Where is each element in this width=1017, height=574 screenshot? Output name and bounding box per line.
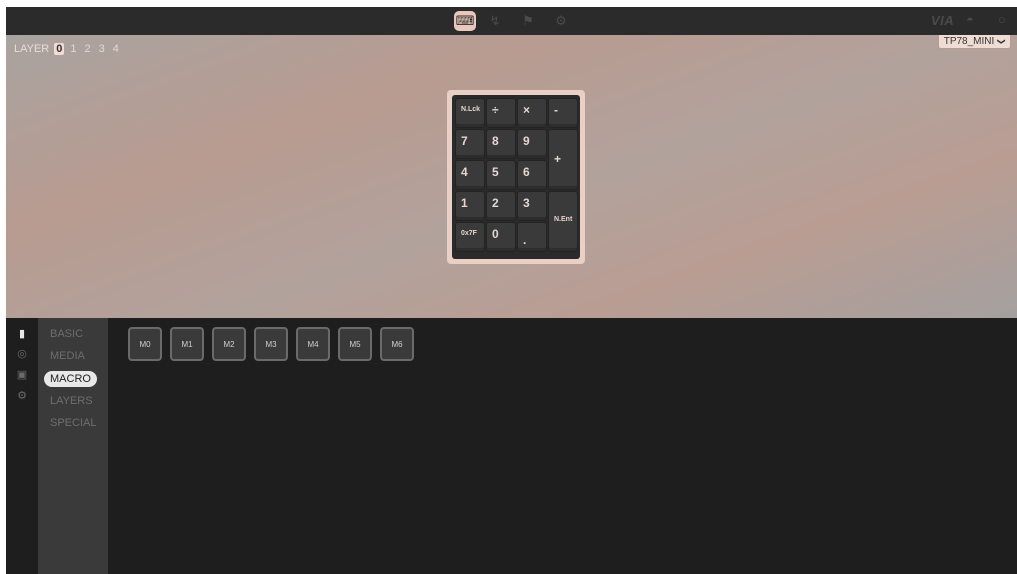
layer-3-button[interactable]: 3 bbox=[97, 43, 107, 55]
key-minus[interactable]: - bbox=[548, 98, 578, 128]
category-macro[interactable]: MACRO bbox=[44, 371, 97, 387]
category-basic[interactable]: BASIC bbox=[44, 326, 89, 342]
key-decimal[interactable]: . bbox=[517, 222, 547, 252]
key-7[interactable]: 7 bbox=[455, 129, 485, 159]
github-icon[interactable]: ○ bbox=[998, 12, 1006, 27]
key-0x7f[interactable]: 0x7F bbox=[455, 222, 485, 252]
macro-m0-button[interactable]: M0 bbox=[128, 327, 162, 361]
key-0[interactable]: 0 bbox=[486, 222, 516, 252]
discord-icon[interactable]: ◓ bbox=[966, 12, 974, 27]
category-media[interactable]: MEDIA bbox=[44, 348, 91, 364]
via-logo[interactable]: VIA bbox=[931, 13, 954, 28]
settings-icon[interactable]: ⚙ bbox=[550, 11, 572, 31]
macro-keycode-grid: M0 M1 M2 M3 M4 M5 M6 bbox=[128, 327, 414, 361]
config-icon-rail: ▮ ◎ ▣ ⚙ bbox=[6, 318, 38, 574]
keycode-config-pane: ▮ ◎ ▣ ⚙ BASIC MEDIA MACRO LAYERS SPECIAL… bbox=[6, 318, 1017, 574]
key-5[interactable]: 5 bbox=[486, 160, 516, 190]
keyboard-display-area: LAYER 0 1 2 3 4 TP78_MINI ❯ N.Lck ÷ × - … bbox=[6, 35, 1017, 318]
layer-label: LAYER bbox=[14, 43, 50, 55]
key-9[interactable]: 9 bbox=[517, 129, 547, 159]
layer-0-button[interactable]: 0 bbox=[54, 43, 65, 55]
book-icon[interactable]: ▮ bbox=[16, 328, 28, 340]
keyboard-case: N.Lck ÷ × - 7 8 9 + 4 5 6 1 2 3 N.Ent 0x… bbox=[447, 90, 585, 264]
layer-1-button[interactable]: 1 bbox=[68, 43, 78, 55]
top-nav-bar: ⌨ ↯ ⚑ ⚙ VIA ◓ ○ bbox=[6, 7, 1017, 35]
keyboard-icon[interactable]: ⌨ bbox=[454, 11, 476, 31]
layer-2-button[interactable]: 2 bbox=[83, 43, 93, 55]
macro-m6-button[interactable]: M6 bbox=[380, 327, 414, 361]
device-selector[interactable]: TP78_MINI ❯ bbox=[937, 35, 1011, 49]
via-app-window: ⌨ ↯ ⚑ ⚙ VIA ◓ ○ LAYER 0 1 2 3 4 TP78_MIN… bbox=[6, 7, 1017, 574]
macro-m2-button[interactable]: M2 bbox=[212, 327, 246, 361]
macro-m5-button[interactable]: M5 bbox=[338, 327, 372, 361]
layer-selector: LAYER 0 1 2 3 4 bbox=[14, 43, 121, 55]
key-4[interactable]: 4 bbox=[455, 160, 485, 190]
lighting-icon[interactable]: ◎ bbox=[16, 348, 28, 360]
test-icon[interactable]: ↯ bbox=[484, 11, 506, 31]
key-numlock[interactable]: N.Lck bbox=[455, 98, 485, 128]
key-multiply[interactable]: × bbox=[517, 98, 547, 128]
key-8[interactable]: 8 bbox=[486, 129, 516, 159]
layer-4-button[interactable]: 4 bbox=[111, 43, 121, 55]
device-name: TP78_MINI bbox=[943, 36, 995, 47]
key-plus[interactable]: + bbox=[548, 129, 578, 190]
key-2[interactable]: 2 bbox=[486, 191, 516, 221]
key-divide[interactable]: ÷ bbox=[486, 98, 516, 128]
macro-m4-button[interactable]: M4 bbox=[296, 327, 330, 361]
chevron-down-icon: ❯ bbox=[997, 38, 1007, 45]
category-special[interactable]: SPECIAL bbox=[44, 415, 102, 431]
key-1[interactable]: 1 bbox=[455, 191, 485, 221]
macro-m3-button[interactable]: M3 bbox=[254, 327, 288, 361]
key-6[interactable]: 6 bbox=[517, 160, 547, 190]
key-3[interactable]: 3 bbox=[517, 191, 547, 221]
keycode-category-list: BASIC MEDIA MACRO LAYERS SPECIAL bbox=[38, 318, 108, 574]
keyboard-plate: N.Lck ÷ × - 7 8 9 + 4 5 6 1 2 3 N.Ent 0x… bbox=[452, 95, 580, 259]
category-layers[interactable]: LAYERS bbox=[44, 393, 99, 409]
design-icon[interactable]: ⚑ bbox=[517, 11, 539, 31]
settings-icon[interactable]: ⚙ bbox=[16, 390, 28, 402]
save-icon[interactable]: ▣ bbox=[16, 369, 28, 381]
key-numpad-enter[interactable]: N.Ent bbox=[548, 191, 578, 252]
macro-m1-button[interactable]: M1 bbox=[170, 327, 204, 361]
